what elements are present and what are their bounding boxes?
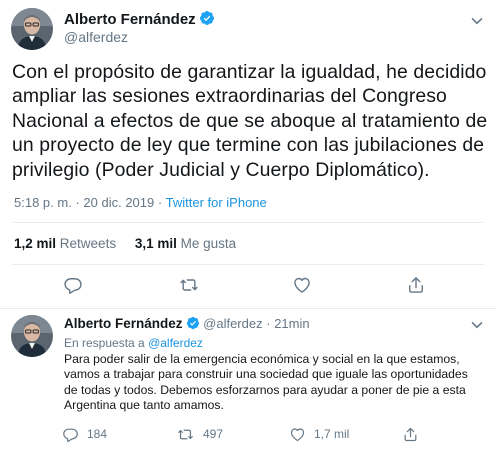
author-name[interactable]: Alberto Fernández (64, 10, 215, 30)
tweet-time[interactable]: 5:18 p. m. (14, 195, 72, 210)
reply-tweet[interactable]: Alberto Fernández @alferdez · 21min En r… (0, 310, 496, 449)
retweets-label[interactable]: Retweets (60, 236, 116, 251)
retweet-count: 497 (203, 427, 224, 441)
author-name-text[interactable]: Alberto Fernández (64, 11, 196, 28)
share-icon[interactable] (402, 426, 427, 443)
tweet-actions: 184 497 1,7 mil (0, 425, 496, 443)
share-icon[interactable] (405, 274, 427, 296)
verified-badge-icon (186, 316, 200, 333)
in-reply-mention-link[interactable]: @alferdez (148, 336, 203, 350)
likes-count[interactable]: 3,1 mil (135, 236, 177, 251)
author-name[interactable]: Alberto Fernández (64, 316, 183, 331)
verified-badge-icon (199, 10, 215, 30)
avatar[interactable] (11, 315, 53, 357)
meta-separator: · (157, 195, 163, 210)
retweets-count[interactable]: 1,2 mil (14, 236, 56, 251)
tweet-date[interactable]: 20 dic. 2019 (83, 195, 154, 210)
main-tweet: Alberto Fernández @alferdez Con el propó… (0, 0, 496, 309)
reply-icon[interactable] (62, 274, 84, 296)
divider (12, 222, 484, 223)
divider (12, 264, 484, 265)
like-action[interactable]: 1,7 mil (289, 425, 349, 443)
retweet-action[interactable]: 497 (176, 425, 223, 443)
chevron-down-icon[interactable] (470, 14, 484, 28)
tweet-actions (0, 274, 496, 298)
tweet-stats: 1,2 mil Retweets 3,1 mil Me gusta (14, 236, 236, 251)
likes-stat[interactable]: 3,1 mil Me gusta (135, 236, 236, 251)
reply-count: 184 (87, 427, 108, 441)
retweet-icon[interactable] (176, 426, 203, 443)
avatar[interactable] (11, 8, 53, 50)
reply-action[interactable]: 184 (62, 425, 107, 443)
in-reply-prefix: En respuesta a (64, 336, 145, 350)
reply-icon[interactable] (62, 426, 87, 443)
share-action[interactable] (402, 425, 427, 443)
tweet-age[interactable]: 21min (274, 316, 309, 331)
tweet-text: Con el propósito de garantizar la iguald… (12, 61, 488, 181)
heart-icon[interactable] (291, 274, 313, 296)
heart-icon[interactable] (289, 426, 314, 443)
tweet-source-link[interactable]: Twitter for iPhone (166, 195, 267, 210)
reply-header: Alberto Fernández @alferdez · 21min (64, 316, 310, 333)
meta-separator: · (266, 316, 271, 331)
author-handle[interactable]: @alferdez (203, 316, 262, 331)
in-reply-to: En respuesta a @alferdez (64, 336, 203, 350)
tweet-text: Para poder salir de la emergencia económ… (64, 352, 468, 413)
chevron-down-icon[interactable] (470, 318, 484, 332)
tweet-timestamp: 5:18 p. m. · 20 dic. 2019 · Twitter for … (14, 195, 267, 210)
meta-separator: · (75, 195, 80, 210)
likes-label[interactable]: Me gusta (181, 236, 237, 251)
author-handle[interactable]: @alferdez (64, 29, 128, 45)
like-count: 1,7 mil (314, 427, 350, 441)
retweets-stat[interactable]: 1,2 mil Retweets (14, 236, 116, 251)
retweet-icon[interactable] (178, 274, 200, 296)
